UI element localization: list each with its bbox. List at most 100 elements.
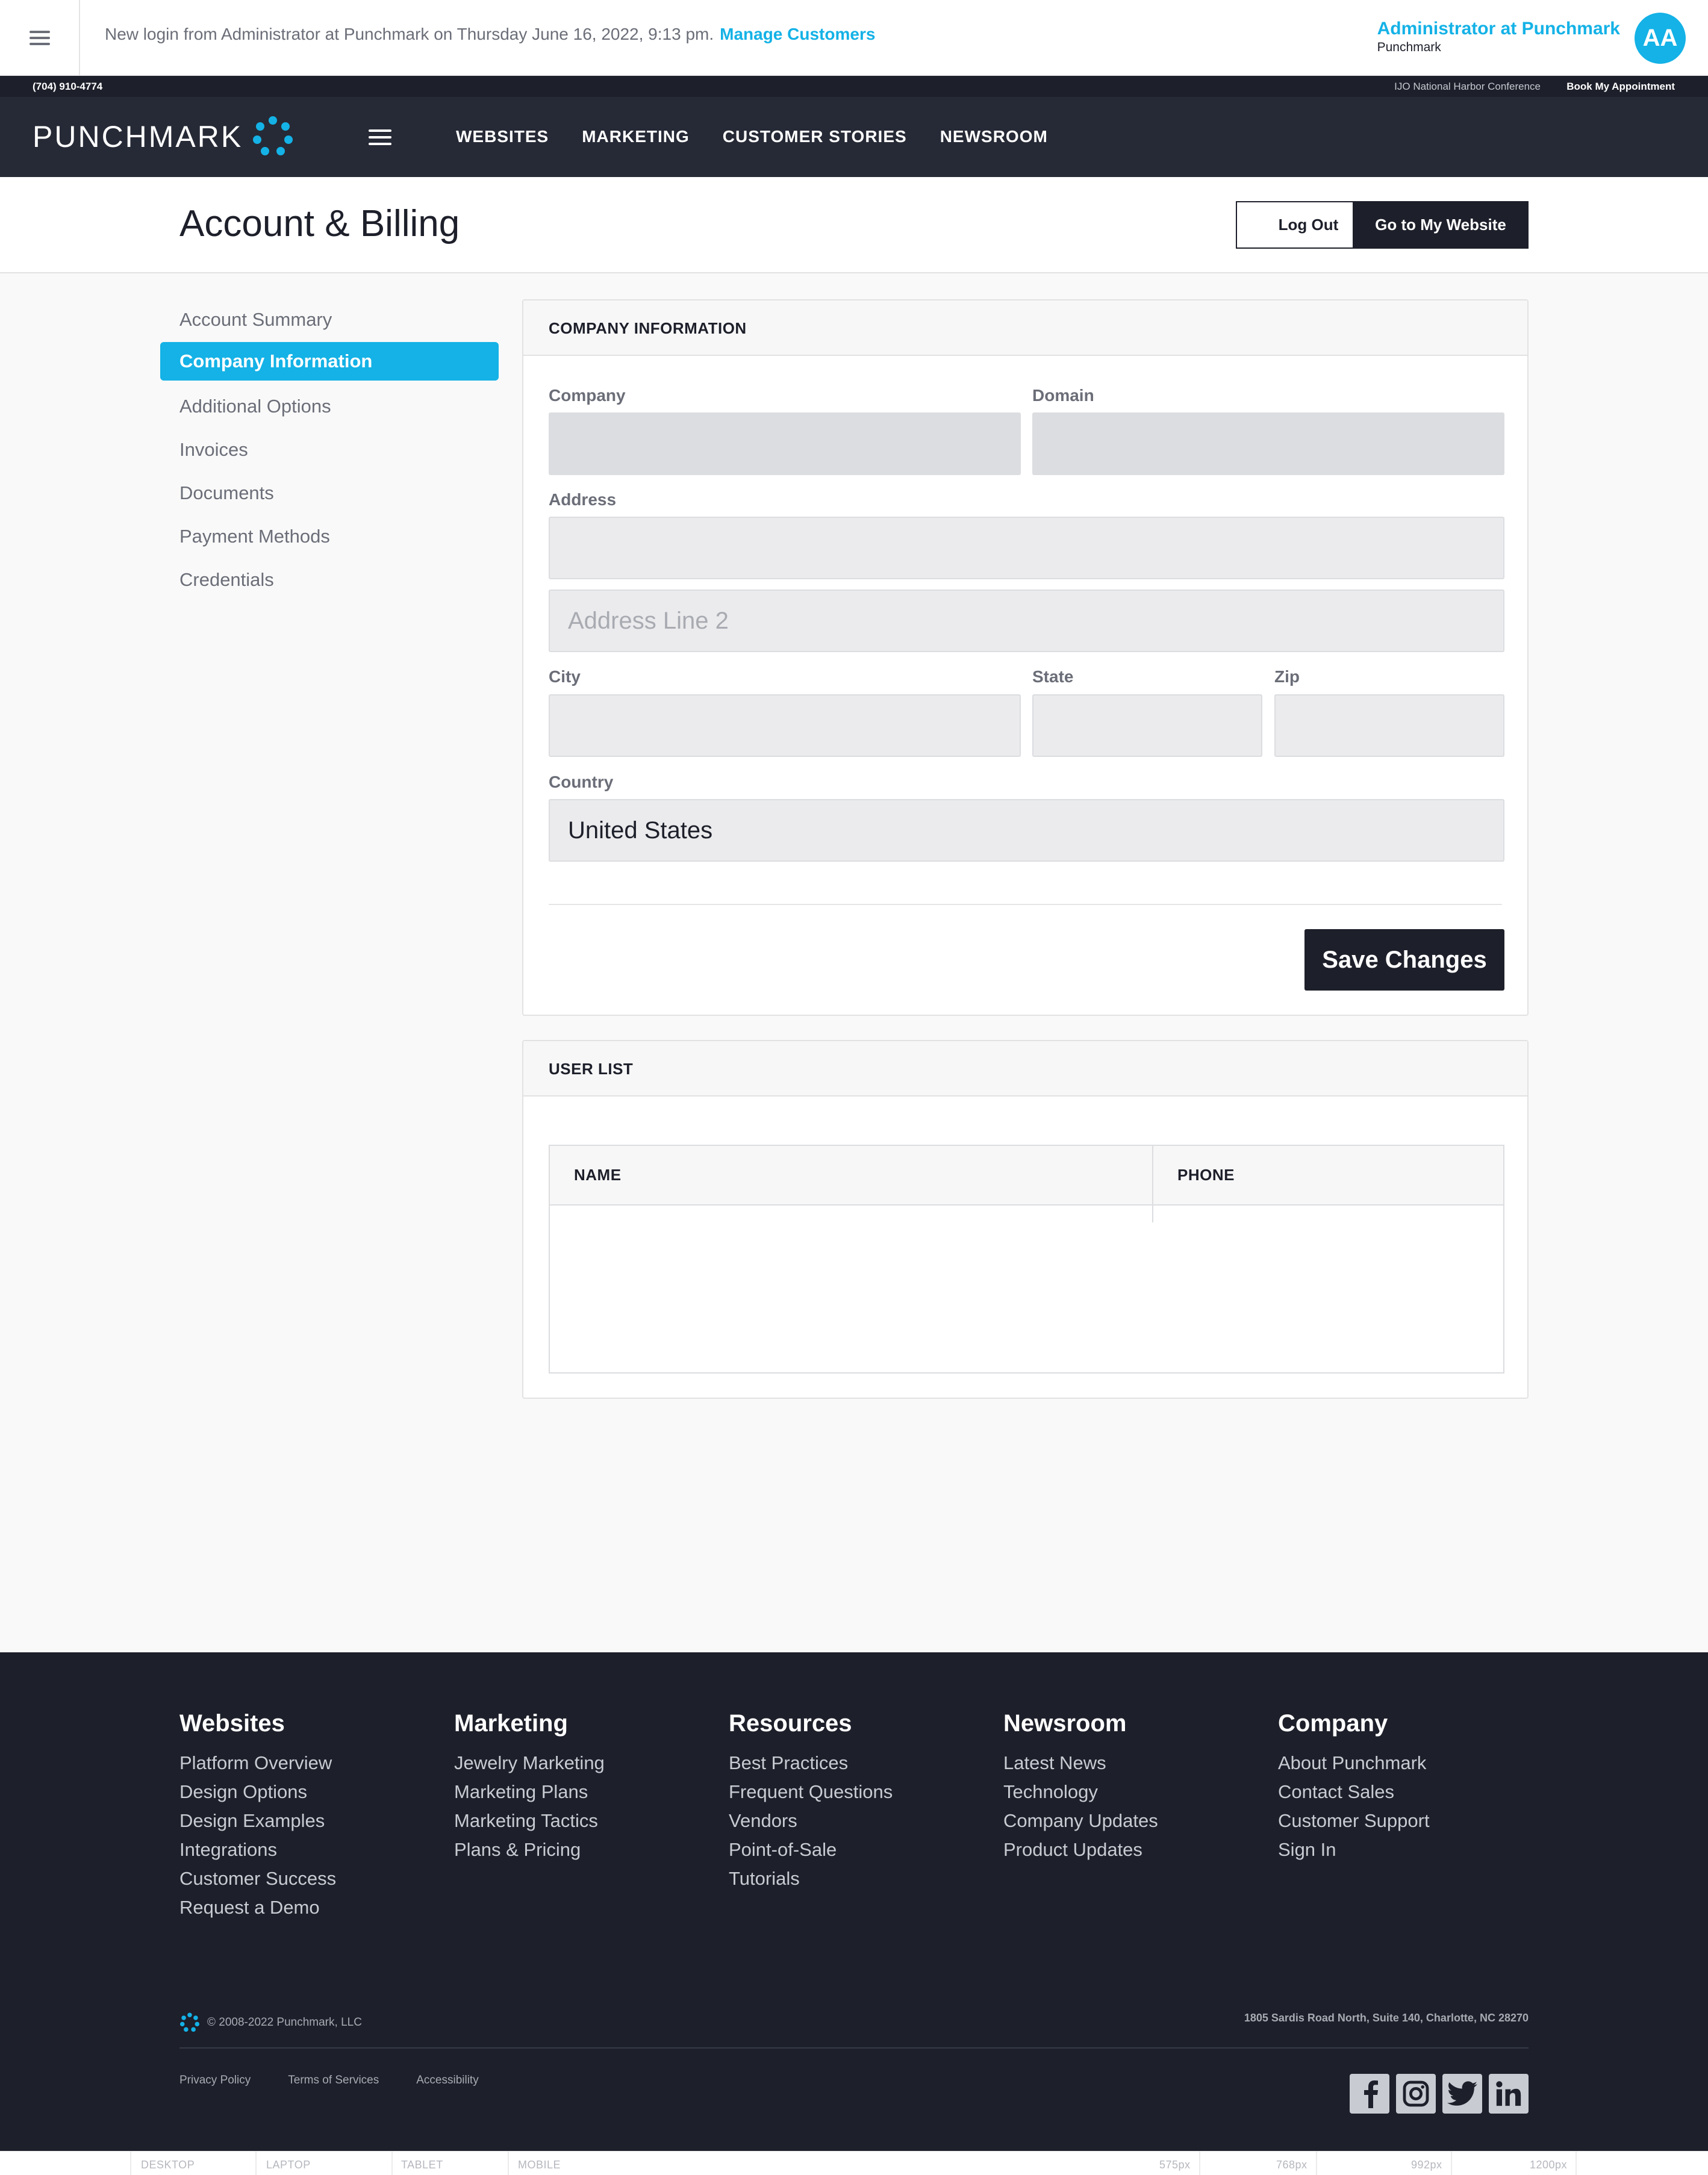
country-label: Country — [549, 773, 614, 791]
nav-customer-stories[interactable]: CUSTOMER STORIES — [723, 125, 907, 149]
footer-column-newsroom: Newsroom Latest News Technology Company … — [1003, 1710, 1158, 1864]
nav-websites[interactable]: WEBSITES — [456, 125, 549, 149]
ruler-width-575: 575px — [1159, 2159, 1191, 2171]
sidebar-item-credentials[interactable]: Credentials — [160, 559, 499, 597]
ruler-label-tablet: TABLET — [401, 2159, 443, 2171]
go-to-website-button[interactable]: Go to My Website — [1353, 201, 1529, 249]
footer-link[interactable]: Frequent Questions — [729, 1778, 893, 1806]
state-field[interactable] — [1032, 694, 1262, 757]
zip-field[interactable] — [1274, 694, 1504, 757]
footer-link[interactable]: Technology — [1003, 1778, 1158, 1806]
ruler-tick — [1199, 2152, 1200, 2175]
company-field[interactable] — [549, 412, 1021, 475]
manage-customers-link[interactable]: Manage Customers — [720, 25, 875, 43]
sidebar-item-account-summary[interactable]: Account Summary — [160, 299, 499, 337]
hamburger-icon — [29, 31, 50, 45]
sidebar-item-additional-options[interactable]: Additional Options — [160, 385, 499, 424]
admin-user-name: Administrator at Punchmark — [1377, 19, 1620, 39]
accessibility-link[interactable]: Accessibility — [416, 2074, 478, 2087]
footer-link[interactable]: Jewelry Marketing — [454, 1749, 605, 1778]
save-changes-button[interactable]: Save Changes — [1304, 929, 1504, 991]
ruler-label-desktop: DESKTOP — [141, 2159, 195, 2171]
logo-text: PUNCHMARK — [33, 120, 243, 154]
privacy-policy-link[interactable]: Privacy Policy — [179, 2074, 251, 2087]
admin-bar: New login from Administrator at Punchmar… — [0, 0, 1708, 76]
admin-user-info[interactable]: Administrator at Punchmark Punchmark — [1377, 18, 1620, 55]
column-divider — [1152, 1206, 1153, 1222]
nav-newsroom[interactable]: NEWSROOM — [940, 125, 1048, 149]
form-divider — [549, 904, 1502, 905]
primary-nav-links: WEBSITES MARKETING CUSTOMER STORIES NEWS… — [456, 125, 1081, 149]
footer-link[interactable]: Plans & Pricing — [454, 1835, 605, 1864]
login-message: New login from Administrator at Punchmar… — [105, 25, 714, 43]
footer-link[interactable]: Integrations — [179, 1835, 336, 1864]
conference-link[interactable]: IJO National Harbor Conference — [1394, 81, 1541, 93]
footer-link[interactable]: Customer Success — [179, 1864, 336, 1893]
sidebar-item-payment-methods[interactable]: Payment Methods — [160, 515, 499, 554]
footer-link[interactable]: Latest News — [1003, 1749, 1158, 1778]
footer-link[interactable]: Sign In — [1278, 1835, 1430, 1864]
column-phone[interactable]: PHONE — [1153, 1146, 1235, 1204]
twitter-icon[interactable] — [1442, 2074, 1482, 2114]
footer-link[interactable]: Company Updates — [1003, 1806, 1158, 1835]
footer-column-company: Company About Punchmark Contact Sales Cu… — [1278, 1710, 1430, 1864]
footer-link[interactable]: Platform Overview — [179, 1749, 336, 1778]
company-information-heading: COMPANY INFORMATION — [523, 300, 1527, 356]
phone-link[interactable]: (704) 910-4774 — [33, 81, 102, 93]
footer-heading: Newsroom — [1003, 1710, 1127, 1737]
nav-marketing[interactable]: MARKETING — [582, 125, 690, 149]
sidebar-item-documents[interactable]: Documents — [160, 472, 499, 511]
punchmark-logo-icon — [179, 2012, 200, 2032]
footer-link[interactable]: Vendors — [729, 1806, 893, 1835]
footer-heading: Marketing — [454, 1710, 568, 1737]
table-header: NAME PHONE — [550, 1146, 1503, 1206]
footer-link[interactable]: About Punchmark — [1278, 1749, 1430, 1778]
footer-heading: Company — [1278, 1710, 1388, 1737]
footer-link[interactable]: Point-of-Sale — [729, 1835, 893, 1864]
punchmark-logo[interactable]: PUNCHMARK — [33, 115, 295, 158]
copyright-text: © 2008-2022 Punchmark, LLC — [207, 2016, 362, 2029]
company-label: Company — [549, 386, 626, 405]
country-select[interactable]: United States — [549, 799, 1504, 862]
linkedin-icon[interactable] — [1489, 2074, 1529, 2114]
ruler-tick — [508, 2152, 509, 2175]
user-table: NAME PHONE — [549, 1145, 1504, 1374]
footer-heading: Resources — [729, 1710, 852, 1737]
utility-bar: (704) 910-4774 IJO National Harbor Confe… — [0, 76, 1708, 97]
admin-user-org: Punchmark — [1377, 40, 1441, 54]
column-name[interactable]: NAME — [550, 1146, 1153, 1204]
footer-link[interactable]: Best Practices — [729, 1749, 893, 1778]
facebook-icon[interactable] — [1350, 2074, 1389, 2114]
footer-address: 1805 Sardis Road North, Suite 140, Charl… — [1244, 2012, 1529, 2024]
footer-link[interactable]: Design Options — [179, 1778, 336, 1806]
terms-link[interactable]: Terms of Services — [288, 2074, 379, 2087]
city-field[interactable] — [549, 694, 1021, 757]
punchmark-logo-icon — [253, 116, 293, 155]
ruler-width-768: 768px — [1276, 2159, 1307, 2171]
footer-link[interactable]: Marketing Tactics — [454, 1806, 605, 1835]
address-line-2-field[interactable]: Address Line 2 — [549, 590, 1504, 652]
sidebar-item-company-information[interactable]: Company Information — [160, 342, 499, 381]
instagram-icon[interactable] — [1396, 2074, 1436, 2114]
footer-link[interactable]: Tutorials — [729, 1864, 893, 1893]
site-footer: Websites Platform Overview Design Option… — [0, 1652, 1708, 2151]
footer-link[interactable]: Marketing Plans — [454, 1778, 605, 1806]
footer-link[interactable]: Product Updates — [1003, 1835, 1158, 1864]
footer-divider — [179, 2047, 1529, 2049]
sidebar-item-invoices[interactable]: Invoices — [160, 429, 499, 467]
address-label: Address — [549, 490, 617, 509]
domain-field[interactable] — [1032, 412, 1504, 475]
book-appointment-link[interactable]: Book My Appointment — [1566, 81, 1675, 93]
footer-link[interactable]: Design Examples — [179, 1806, 336, 1835]
social-links — [1350, 2074, 1529, 2114]
state-label: State — [1032, 667, 1074, 686]
domain-label: Domain — [1032, 386, 1094, 405]
footer-link[interactable]: Request a Demo — [179, 1893, 336, 1922]
avatar[interactable]: AA — [1635, 13, 1686, 64]
hamburger-icon[interactable] — [369, 129, 391, 145]
footer-link[interactable]: Customer Support — [1278, 1806, 1430, 1835]
footer-link[interactable]: Contact Sales — [1278, 1778, 1430, 1806]
ruler-tick — [1451, 2152, 1452, 2175]
address-field[interactable] — [549, 517, 1504, 579]
admin-menu-button[interactable] — [0, 0, 80, 76]
